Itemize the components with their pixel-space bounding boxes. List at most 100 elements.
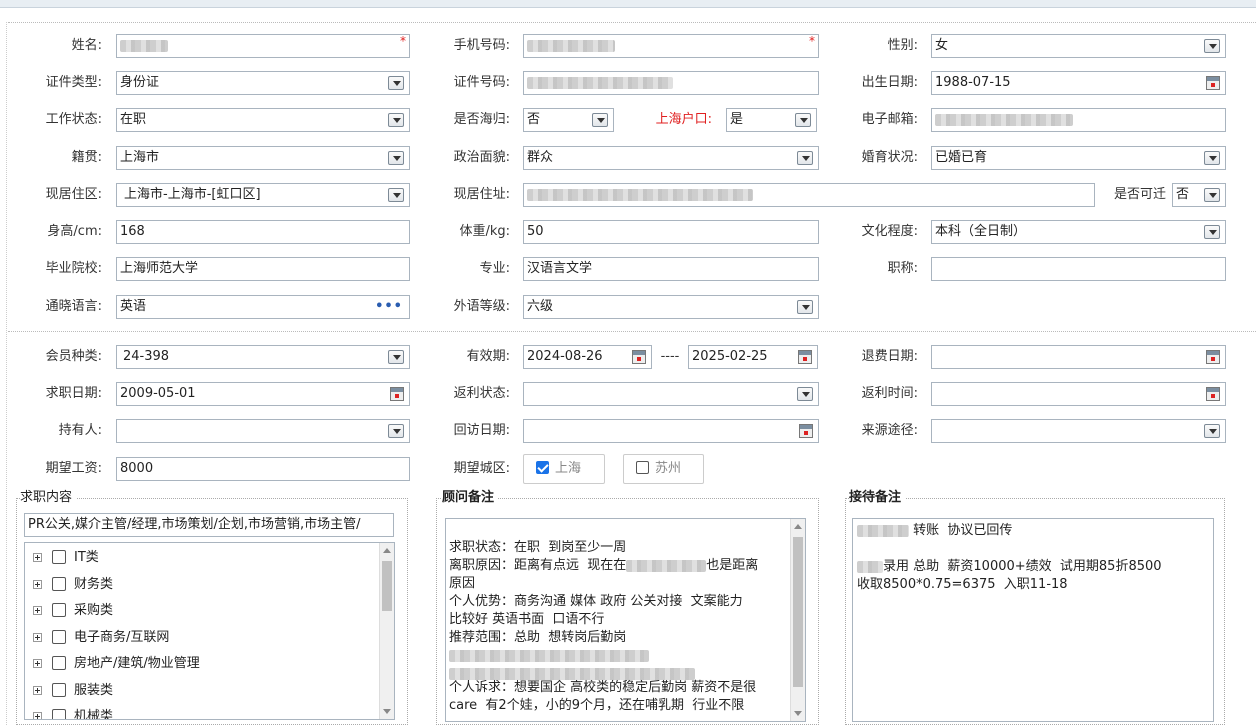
residence-area-select[interactable]: 上海市-上海市-[虹口区]	[116, 183, 410, 207]
dropdown-arrow-icon[interactable]	[388, 113, 404, 127]
dropdown-arrow-icon[interactable]	[388, 350, 404, 364]
scroll-thumb[interactable]	[382, 561, 392, 611]
checkbox-unchecked-icon[interactable]	[52, 603, 66, 617]
tree-item[interactable]: 电子商务/互联网	[25, 625, 394, 652]
scroll-down-icon[interactable]	[383, 709, 391, 714]
tree-item[interactable]: 采购类	[25, 598, 394, 625]
checkbox-unchecked-icon[interactable]	[52, 709, 66, 719]
rebate-time-input[interactable]	[931, 382, 1226, 406]
dropdown-arrow-icon[interactable]	[797, 387, 813, 401]
checkbox-checked-icon[interactable]	[536, 461, 549, 474]
gender-select[interactable]: 女	[931, 34, 1226, 58]
calendar-icon[interactable]	[1206, 76, 1220, 90]
expand-icon[interactable]	[33, 685, 42, 695]
tree-item[interactable]: IT类	[25, 545, 394, 572]
expand-icon[interactable]	[33, 659, 42, 668]
dropdown-arrow-icon[interactable]	[797, 151, 813, 165]
dropdown-arrow-icon[interactable]	[1204, 39, 1220, 53]
residence-addr-input[interactable]	[523, 183, 1095, 207]
note-line: 比较好 英语书面 口语不行	[449, 612, 605, 627]
calendar-icon[interactable]	[1206, 387, 1220, 401]
expand-icon[interactable]	[33, 712, 42, 719]
political-select[interactable]: 群众	[523, 146, 819, 170]
member-type-select[interactable]: 24-398	[116, 345, 410, 369]
id-no-input[interactable]	[523, 71, 819, 95]
dropdown-arrow-icon[interactable]	[795, 113, 811, 127]
dropdown-arrow-icon[interactable]	[1204, 424, 1220, 438]
lang-level-select[interactable]: 六级	[523, 295, 819, 319]
returnee-select[interactable]: 否	[523, 108, 614, 132]
city-option-suzhou[interactable]: 苏州	[623, 454, 704, 484]
job-content-summary-text: PR公关,媒介主管/经理,市场策划/企划,市场营销,市场主管/	[28, 517, 361, 532]
tree-item[interactable]: 机械类	[25, 704, 394, 719]
checkbox-unchecked-icon[interactable]	[52, 550, 66, 564]
checkbox-unchecked-icon[interactable]	[636, 461, 649, 474]
dropdown-arrow-icon[interactable]	[388, 424, 404, 438]
dropdown-arrow-icon[interactable]	[1204, 188, 1220, 202]
relocate-select[interactable]: 否	[1172, 183, 1226, 207]
dropdown-arrow-icon[interactable]	[797, 300, 813, 314]
valid-from-input[interactable]: 2024-08-26	[523, 345, 652, 369]
language-input[interactable]: 英语 •••	[116, 295, 410, 319]
expand-icon[interactable]	[33, 606, 42, 615]
dropdown-arrow-icon[interactable]	[592, 113, 608, 127]
native-place-select[interactable]: 上海市	[116, 146, 410, 170]
holder-select[interactable]	[116, 419, 410, 443]
scroll-thumb[interactable]	[793, 537, 803, 687]
valid-to-input[interactable]: 2025-02-25	[688, 345, 818, 369]
id-type-select[interactable]: 身份证	[116, 71, 410, 95]
checkbox-unchecked-icon[interactable]	[52, 656, 66, 670]
scroll-down-icon[interactable]	[794, 711, 802, 716]
visit-date-input[interactable]	[523, 419, 819, 443]
checkbox-unchecked-icon[interactable]	[52, 629, 66, 644]
marital-select[interactable]: 已婚已育	[931, 146, 1226, 170]
dropdown-arrow-icon[interactable]	[1204, 225, 1220, 239]
consultant-notes-textarea[interactable]: 求职状态：在职 到岗至少一周 离职原因：距离有点远 现在在 也是距离 原因 个人优…	[445, 518, 806, 722]
source-select[interactable]	[931, 419, 1226, 443]
scroll-up-icon[interactable]	[794, 524, 802, 529]
school-input[interactable]: 上海师范大学	[116, 257, 410, 281]
email-input[interactable]	[931, 108, 1226, 132]
dropdown-arrow-icon[interactable]	[1204, 151, 1220, 165]
name-input[interactable]: *	[116, 34, 410, 58]
scrollbar[interactable]	[790, 519, 805, 721]
calendar-icon[interactable]	[798, 350, 812, 364]
salary-value: 8000	[120, 461, 154, 476]
phone-input[interactable]: *	[523, 34, 819, 58]
height-input[interactable]: 168	[116, 220, 410, 244]
salary-input[interactable]: 8000	[116, 457, 410, 481]
title-input[interactable]	[931, 257, 1226, 281]
tree-item[interactable]: 房地产/建筑/物业管理	[25, 651, 394, 678]
education-select[interactable]: 本科（全日制）	[931, 220, 1226, 244]
expand-icon[interactable]	[33, 579, 42, 589]
expand-icon[interactable]	[33, 632, 42, 642]
job-category-tree[interactable]: IT类 财务类 采购类 电子商务/互联网 房地产/建筑/物业管理 服装类 机械类	[24, 542, 395, 720]
job-date-input[interactable]: 2009-05-01	[116, 382, 410, 406]
calendar-icon[interactable]	[799, 424, 813, 438]
dropdown-arrow-icon[interactable]	[388, 188, 404, 202]
dropdown-arrow-icon[interactable]	[388, 151, 404, 165]
expand-icon[interactable]	[33, 553, 42, 562]
weight-input[interactable]: 50	[523, 220, 819, 244]
sh-hukou-select[interactable]: 是	[726, 108, 817, 132]
scrollbar[interactable]	[379, 543, 394, 719]
calendar-icon[interactable]	[1206, 350, 1220, 364]
major-input[interactable]: 汉语言文学	[523, 257, 819, 281]
calendar-icon[interactable]	[390, 387, 404, 401]
birth-date-input[interactable]: 1988-07-15	[931, 71, 1226, 95]
tree-item[interactable]: 财务类	[25, 572, 394, 599]
job-content-summary[interactable]: PR公关,媒介主管/经理,市场策划/企划,市场营销,市场主管/	[24, 513, 394, 537]
checkbox-unchecked-icon[interactable]	[52, 682, 66, 697]
checkbox-unchecked-icon[interactable]	[52, 576, 66, 591]
tree-item[interactable]: 服装类	[25, 678, 394, 705]
scroll-up-icon[interactable]	[383, 548, 391, 553]
work-status-select[interactable]: 在职	[116, 108, 410, 132]
dropdown-arrow-icon[interactable]	[388, 76, 404, 90]
reception-notes-textarea[interactable]: 转账 协议已回传 录用 总助 薪资10000+绩效 试用期85折8500 收取8…	[852, 518, 1214, 722]
more-options-icon[interactable]: •••	[375, 296, 403, 318]
refund-date-input[interactable]	[931, 345, 1226, 369]
city-option-shanghai[interactable]: 上海	[523, 454, 605, 484]
rebate-time-label: 返利时间:	[861, 386, 918, 401]
rebate-status-select[interactable]	[523, 382, 819, 406]
calendar-icon[interactable]	[632, 350, 646, 364]
